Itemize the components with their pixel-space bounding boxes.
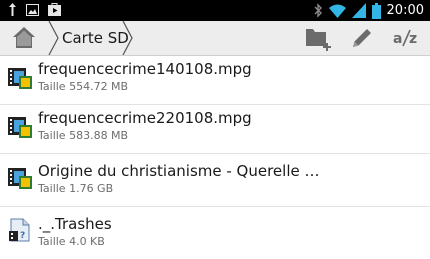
action-bar: Carte SD a z [0,21,430,56]
clock: 20:00 [386,3,424,18]
breadcrumb-separator-icon [122,21,133,55]
file-name: frequencecrime140108.mpg [38,60,252,78]
image-icon [26,3,39,16]
svg-text:a: a [393,31,402,47]
sort-az-icon: a z [393,29,417,47]
unknown-file-icon: ? [9,218,30,242]
sort-button[interactable]: a z [386,21,426,55]
file-list: frequencecrime140108.mpg Taille 554.72 M… [0,56,430,259]
list-item[interactable]: Origine du christianisme - Querelle … Ta… [0,154,430,207]
new-folder-icon [306,29,331,51]
wifi-icon [328,4,346,18]
system-icons: 20:00 [314,2,424,19]
file-size: Taille 1.76 GB [38,182,114,195]
file-size: Taille 4.0 KB [38,235,105,248]
edit-icon [353,29,371,47]
notification-icons [8,3,61,16]
svg-text:z: z [409,31,417,47]
video-file-icon [8,117,32,138]
file-size: Taille 583.88 MB [38,129,129,142]
play-store-icon [48,3,61,16]
edit-button[interactable] [342,21,382,55]
file-name: Origine du christianisme - Querelle … [38,162,320,180]
video-file-icon [8,168,32,189]
breadcrumb-sd-card[interactable]: Carte SD [62,29,129,47]
file-name: ._.Trashes [38,215,112,233]
home-icon [13,27,35,48]
list-item[interactable]: ? ._.Trashes Taille 4.0 KB [0,207,430,259]
file-name: frequencecrime220108.mpg [38,109,252,127]
status-bar: 20:00 [0,0,430,21]
list-item[interactable]: frequencecrime140108.mpg Taille 554.72 M… [0,56,430,105]
svg-text:?: ? [20,231,25,241]
home-button[interactable] [0,21,48,55]
video-file-icon [8,68,32,89]
usb-icon [9,3,16,16]
file-size: Taille 554.72 MB [38,80,129,93]
bluetooth-icon [314,3,322,18]
list-item[interactable]: frequencecrime220108.mpg Taille 583.88 M… [0,105,430,154]
new-folder-button[interactable] [298,21,338,55]
battery-icon [371,2,381,19]
signal-icon [351,3,366,18]
breadcrumb-separator-icon [48,21,59,55]
